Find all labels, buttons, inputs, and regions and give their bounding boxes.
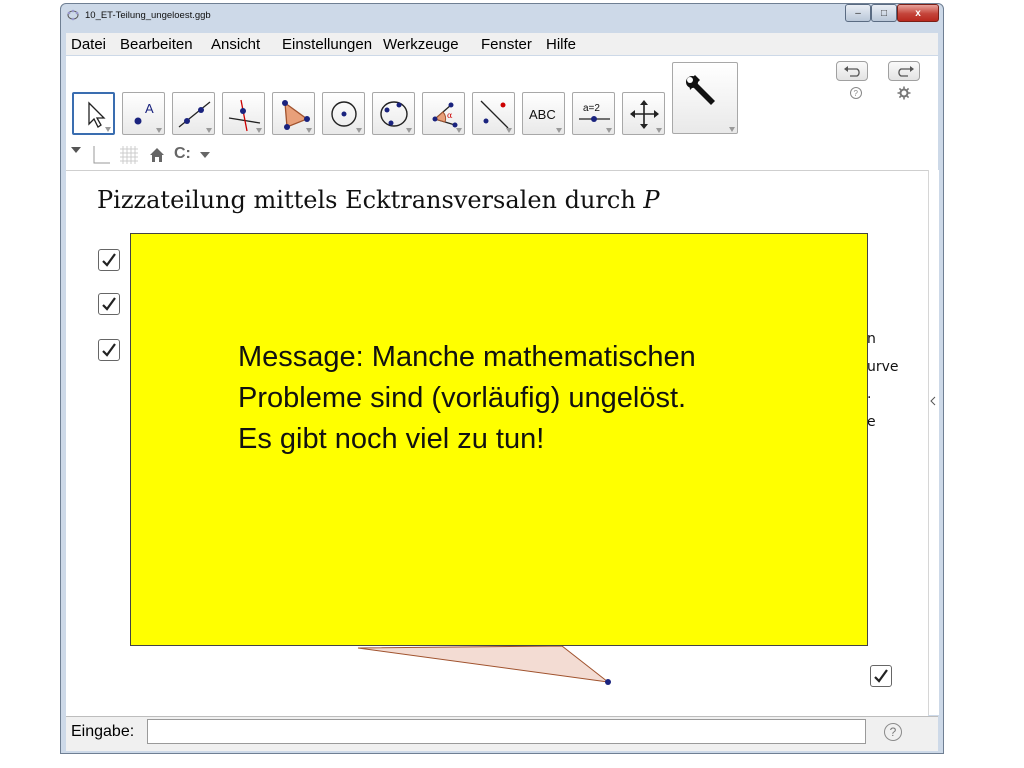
move-graphics-view-tool-button[interactable] [622,92,665,135]
redo-icon [898,66,914,77]
undo-icon [844,66,860,77]
menu-datei[interactable]: Datei [71,36,106,53]
help-icon[interactable]: ? [849,86,863,100]
slider-tool-button[interactable]: a=2 [572,92,615,135]
message-line: Probleme sind (vorläufig) ungelöst. [238,382,687,414]
tool-settings-button[interactable] [672,62,738,134]
message-text: Message: Manche mathematischen Probleme … [238,337,696,460]
polygon-tool-button[interactable] [272,92,315,135]
menu-hilfe[interactable]: Hilfe [546,36,576,53]
close-button[interactable]: x [897,4,939,22]
graphics-style-bar [66,143,938,170]
checkbox-2[interactable] [98,293,120,315]
gear-icon[interactable] [897,86,911,100]
input-label: Eingabe: [71,723,135,740]
heading-text: Pizzateilung mittels Ecktransversalen du… [97,186,644,214]
side-text-fragment: urve [867,359,899,375]
geogebra-app-icon [67,9,79,21]
point-capturing-label[interactable]: C: [174,145,191,163]
point-tool-button[interactable]: A [122,92,165,135]
checkmark-icon [874,669,888,683]
grid-icon[interactable] [119,145,139,165]
menu-einstellungen[interactable]: Einstellungen [282,36,372,53]
checkmark-icon [102,343,116,357]
checkbox-3[interactable] [98,339,120,361]
collapse-arrow-icon[interactable] [929,396,937,406]
text-tool-label: ABC [529,107,556,122]
construction-heading: Pizzateilung mittels Ecktransversalen du… [97,186,660,214]
input-help-icon[interactable]: ? [884,723,902,741]
undo-button[interactable] [836,61,868,81]
ellipse-tool-button[interactable] [372,92,415,135]
checkbox-4[interactable] [870,665,892,687]
side-text-fragment: e [867,414,876,430]
checkmark-icon [102,253,116,267]
input-field[interactable] [147,719,866,744]
text-tool-button[interactable]: ABC [522,92,565,135]
slider-tool-label: a=2 [583,103,600,114]
line-tool-button[interactable] [172,92,215,135]
triangle-shape[interactable] [330,640,630,690]
checkmark-icon [102,297,116,311]
svg-text:?: ? [854,89,859,98]
minimize-button[interactable]: – [845,4,871,22]
move-tool-button[interactable] [72,92,115,135]
maximize-button[interactable]: □ [871,4,897,22]
triangle-vertex-point[interactable] [605,679,611,685]
angle-tool-button[interactable]: α [422,92,465,135]
menu-ansicht[interactable]: Ansicht [211,36,260,53]
reflect-tool-button[interactable] [472,92,515,135]
window-title: 10_ET-Teilung_ungeloest.ggb [85,10,211,21]
angle-tool-label: α [447,111,453,120]
menu-fenster[interactable]: Fenster [481,36,532,53]
perpendicular-line-tool-button[interactable] [222,92,265,135]
side-panel-toggle[interactable] [928,170,939,715]
heading-variable: P [643,186,660,214]
menu-werkzeuge[interactable]: Werkzeuge [383,36,459,53]
axes-icon[interactable] [91,145,111,165]
message-line: Message: Manche mathematischen [238,341,696,373]
wrench-icon [686,75,715,105]
message-line: Es gibt noch viel zu tun! [238,423,545,455]
menu-bearbeiten[interactable]: Bearbeiten [120,36,193,53]
home-icon[interactable] [149,147,165,163]
dropdown-arrow-icon[interactable] [70,146,82,154]
point-tool-label: A [145,101,154,116]
point-capturing-dropdown-icon[interactable] [199,151,211,159]
side-text-fragment: n [867,331,876,347]
redo-button[interactable] [888,61,920,81]
checkbox-1[interactable] [98,249,120,271]
circle-tool-button[interactable] [322,92,365,135]
